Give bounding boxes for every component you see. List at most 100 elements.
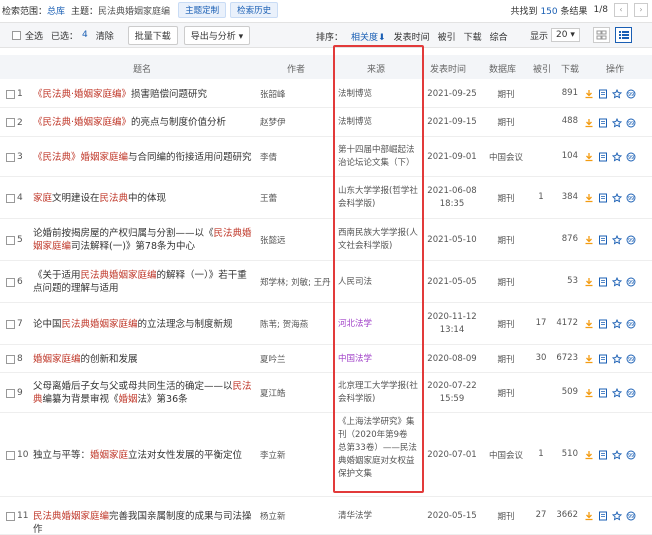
cite-icon[interactable]: 99 bbox=[626, 118, 636, 128]
download-icon[interactable] bbox=[584, 152, 594, 162]
col-author[interactable]: 作者 bbox=[287, 62, 305, 75]
row-checkbox[interactable] bbox=[6, 388, 15, 398]
read-icon[interactable] bbox=[598, 388, 608, 398]
prev-page-button[interactable]: ‹ bbox=[614, 3, 628, 17]
article-author[interactable]: 杨立新 bbox=[260, 510, 332, 522]
batch-download-button[interactable]: 批量下载 bbox=[127, 25, 178, 45]
cite-icon[interactable]: 99 bbox=[626, 235, 636, 245]
display-count-select[interactable]: 20 ▾ bbox=[551, 28, 580, 42]
download-icon[interactable] bbox=[584, 511, 594, 521]
article-title-link[interactable]: 家庭文明建设在民法典中的体现 bbox=[33, 192, 255, 205]
favorite-icon[interactable] bbox=[612, 319, 622, 329]
cite-icon[interactable]: 99 bbox=[626, 511, 636, 521]
favorite-icon[interactable] bbox=[612, 354, 622, 364]
read-icon[interactable] bbox=[598, 193, 608, 203]
grid-view-icon[interactable] bbox=[593, 27, 610, 43]
cite-icon[interactable]: 99 bbox=[626, 319, 636, 329]
theme-custom-button[interactable]: 主题定制 bbox=[178, 2, 227, 18]
article-author[interactable]: 夏吟兰 bbox=[260, 353, 332, 365]
cite-icon[interactable]: 99 bbox=[626, 89, 636, 99]
favorite-icon[interactable] bbox=[612, 450, 622, 460]
article-title-link[interactable]: 论婚前按揭房屋的产权归属与分割——以《民法典婚姻家庭编司法解释(一)》第78条为… bbox=[33, 227, 255, 253]
article-author[interactable]: 郑学林; 刘敏; 王丹 bbox=[260, 276, 332, 288]
download-icon[interactable] bbox=[584, 388, 594, 398]
select-all-checkbox[interactable] bbox=[12, 30, 21, 40]
article-author[interactable]: 王蕾 bbox=[260, 192, 332, 204]
article-title-link[interactable]: 父母离婚后子女与父或母共同生活的确定——以民法典编纂为背景审视《婚姻法》第36条 bbox=[33, 380, 255, 406]
col-title[interactable]: 题名 bbox=[133, 62, 151, 75]
row-checkbox[interactable] bbox=[6, 450, 15, 460]
article-title-link[interactable]: 《民法典·婚姻家庭编》损害赔偿问题研究 bbox=[33, 88, 255, 101]
read-icon[interactable] bbox=[598, 89, 608, 99]
download-icon[interactable] bbox=[584, 450, 594, 460]
read-icon[interactable] bbox=[598, 511, 608, 521]
read-icon[interactable] bbox=[598, 118, 608, 128]
sort-download[interactable]: 下载 bbox=[464, 30, 482, 43]
cited-count[interactable]: 30 bbox=[531, 353, 551, 363]
sort-relevance[interactable]: 相关度⬇ bbox=[351, 30, 386, 43]
article-author[interactable]: 夏江皓 bbox=[260, 387, 332, 399]
clear-selection-link[interactable]: 清除 bbox=[96, 29, 114, 42]
row-checkbox[interactable] bbox=[6, 354, 15, 364]
read-icon[interactable] bbox=[598, 450, 608, 460]
cite-icon[interactable]: 99 bbox=[626, 193, 636, 203]
next-page-button[interactable]: › bbox=[634, 3, 648, 17]
read-icon[interactable] bbox=[598, 152, 608, 162]
cited-count[interactable]: 1 bbox=[531, 192, 551, 202]
favorite-icon[interactable] bbox=[612, 89, 622, 99]
list-view-icon[interactable] bbox=[615, 27, 632, 43]
cited-count[interactable]: 17 bbox=[531, 318, 551, 328]
row-checkbox[interactable] bbox=[6, 118, 15, 127]
download-icon[interactable] bbox=[584, 118, 594, 128]
search-history-button[interactable]: 检索历史 bbox=[230, 2, 279, 18]
article-title-link[interactable]: 独立与平等：婚姻家庭立法对女性发展的平衡定位 bbox=[33, 449, 255, 462]
download-icon[interactable] bbox=[584, 277, 594, 287]
cited-count[interactable]: 27 bbox=[531, 510, 551, 520]
download-icon[interactable] bbox=[584, 354, 594, 364]
col-database[interactable]: 数据库 bbox=[489, 62, 516, 75]
article-source[interactable]: 河北法学 bbox=[338, 318, 418, 331]
article-title-link[interactable]: 《关于适用民法典婚姻家庭编的解释（一）》若干重点问题的理解与适用 bbox=[33, 269, 255, 295]
article-source[interactable]: 中国法学 bbox=[338, 353, 418, 366]
cite-icon[interactable]: 99 bbox=[626, 388, 636, 398]
cite-icon[interactable]: 99 bbox=[626, 277, 636, 287]
article-title-link[interactable]: 民法典婚姻家庭编完善我国亲属制度的成果与司法操作 bbox=[33, 510, 255, 535]
article-source[interactable]: 法制博览 bbox=[338, 88, 418, 101]
col-cited[interactable]: 被引 bbox=[533, 62, 551, 75]
article-author[interactable]: 李立新 bbox=[260, 449, 332, 461]
article-author[interactable]: 张韶峰 bbox=[260, 88, 332, 100]
cited-count[interactable]: 1 bbox=[531, 449, 551, 459]
sort-date[interactable]: 发表时间 bbox=[394, 30, 430, 43]
article-source[interactable]: 人民司法 bbox=[338, 276, 418, 289]
article-source[interactable]: 北京理工大学学报(社会科学版) bbox=[338, 380, 418, 406]
download-icon[interactable] bbox=[584, 193, 594, 203]
read-icon[interactable] bbox=[598, 277, 608, 287]
col-date[interactable]: 发表时间 bbox=[430, 62, 466, 75]
scope-value[interactable]: 总库 bbox=[47, 4, 65, 17]
favorite-icon[interactable] bbox=[612, 388, 622, 398]
favorite-icon[interactable] bbox=[612, 152, 622, 162]
favorite-icon[interactable] bbox=[612, 117, 622, 128]
download-icon[interactable] bbox=[584, 319, 594, 329]
sort-overall[interactable]: 综合 bbox=[490, 30, 508, 43]
row-checkbox[interactable] bbox=[6, 277, 15, 287]
cite-icon[interactable]: 99 bbox=[626, 450, 636, 460]
row-checkbox[interactable] bbox=[6, 511, 15, 521]
col-download[interactable]: 下载 bbox=[561, 62, 579, 75]
article-title-link[interactable]: 论中国民法典婚姻家庭编的立法理念与制度新规 bbox=[33, 318, 255, 331]
row-checkbox[interactable] bbox=[6, 319, 15, 329]
article-author[interactable]: 陈苇; 贺海燕 bbox=[260, 318, 332, 330]
favorite-icon[interactable] bbox=[612, 277, 622, 287]
article-title-link[interactable]: 《民法典》婚姻家庭编与合同编的衔接适用问题研究 bbox=[33, 151, 255, 164]
row-checkbox[interactable] bbox=[6, 152, 15, 162]
article-author[interactable]: 张懿远 bbox=[260, 234, 332, 246]
export-analysis-dropdown[interactable]: 导出与分析 ▾ bbox=[183, 25, 251, 45]
row-checkbox[interactable] bbox=[6, 193, 15, 203]
row-checkbox[interactable] bbox=[6, 235, 15, 245]
select-all-label[interactable]: 全选 bbox=[25, 29, 43, 42]
col-source[interactable]: 来源 bbox=[367, 62, 385, 75]
favorite-icon[interactable] bbox=[612, 193, 622, 203]
article-source[interactable]: 清华法学 bbox=[338, 510, 418, 523]
row-checkbox[interactable] bbox=[6, 89, 15, 99]
article-source[interactable]: 西南民族大学学报(人文社会科学版) bbox=[338, 227, 418, 253]
